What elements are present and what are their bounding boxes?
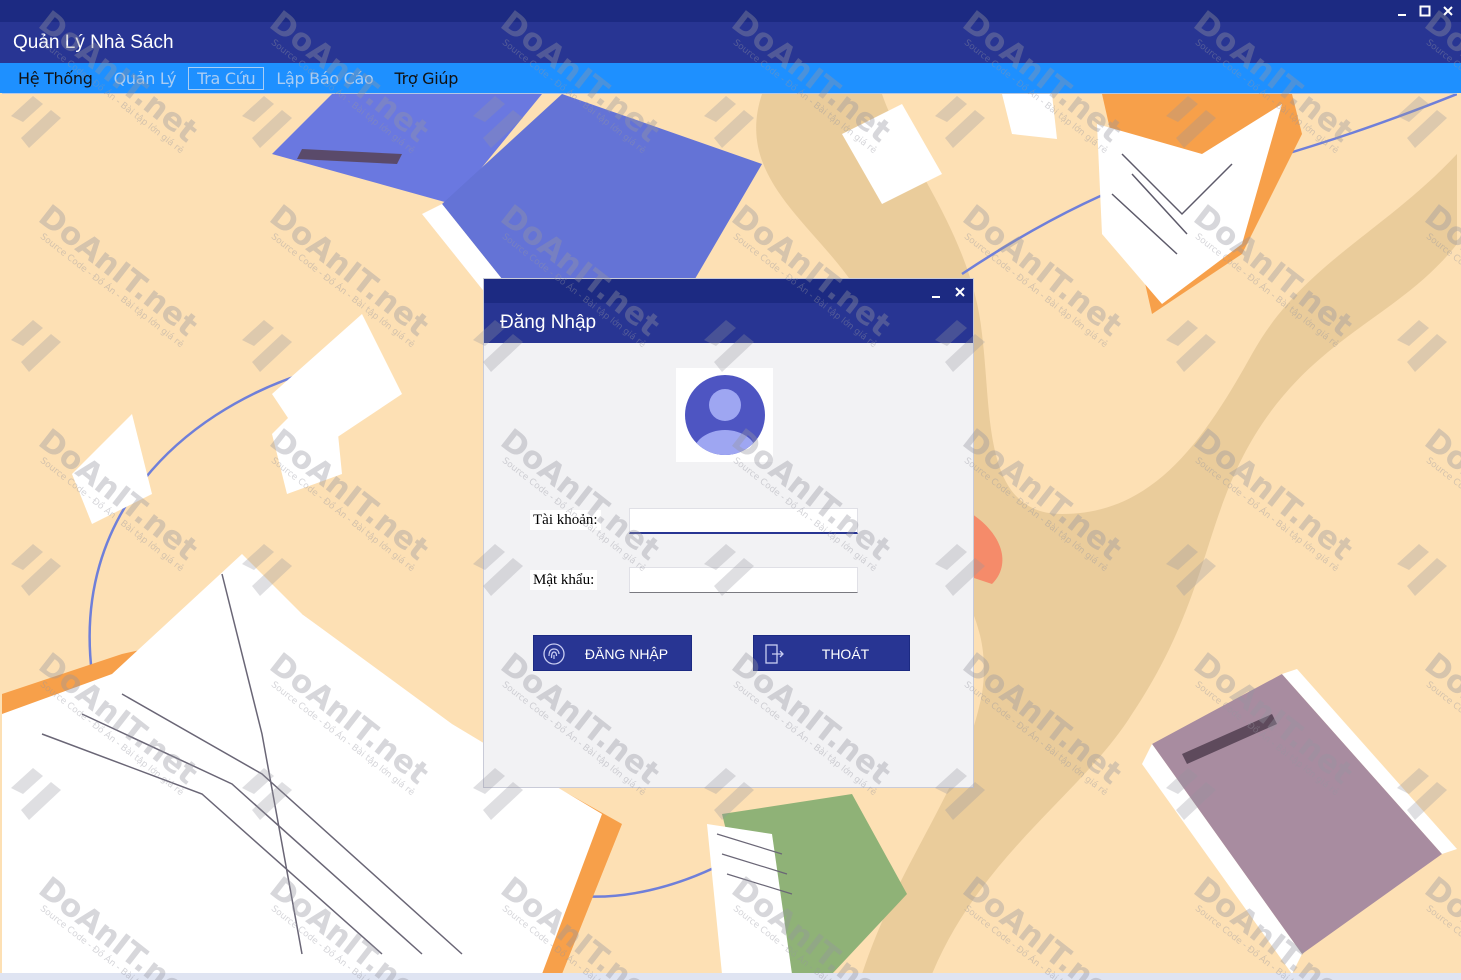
login-dialog: Đăng Nhập Tài khoản: Mật khẩu: ĐĂNG NHẬP… (483, 278, 974, 788)
window-controls (1395, 2, 1455, 18)
menu-item-tra-cuu[interactable]: Tra Cứu (188, 66, 265, 90)
menu-bar: Hệ Thống Quản Lý Tra Cứu Lập Báo Cáo Trợ… (0, 63, 1461, 93)
password-label: Mật khẩu: (530, 570, 598, 590)
minimize-icon[interactable] (929, 283, 943, 299)
dialog-titlebar[interactable] (484, 279, 973, 303)
dialog-header: Đăng Nhập (484, 303, 973, 343)
exit-button[interactable]: THOÁT (753, 635, 910, 671)
login-button[interactable]: ĐĂNG NHẬP (533, 635, 692, 671)
username-label: Tài khoản: (530, 510, 601, 530)
dialog-window-controls (929, 283, 967, 299)
user-avatar-icon (684, 375, 765, 455)
app-title: Quản Lý Nhà Sách (13, 32, 174, 53)
main-window: Quản Lý Nhà Sách Hệ Thống Quản Lý Tra Cứ… (0, 0, 1461, 980)
menu-item-quan-ly[interactable]: Quản Lý (105, 67, 186, 90)
menu-item-tro-giup[interactable]: Trợ Giúp (386, 67, 468, 90)
menu-item-lap-bao-cao[interactable]: Lập Báo Cáo (267, 67, 382, 90)
maximize-icon[interactable] (1418, 2, 1432, 18)
main-titlebar[interactable] (0, 0, 1461, 22)
password-input[interactable] (629, 567, 858, 593)
close-icon[interactable] (953, 283, 967, 299)
username-input[interactable] (629, 508, 858, 534)
status-strip (0, 973, 1461, 980)
avatar (676, 368, 773, 462)
exit-button-label: THOÁT (821, 646, 870, 662)
main-header: Quản Lý Nhà Sách (0, 22, 1461, 63)
close-icon[interactable] (1441, 2, 1455, 18)
login-button-label: ĐĂNG NHẬP (584, 646, 669, 662)
dialog-title: Đăng Nhập (500, 312, 597, 333)
minimize-icon[interactable] (1395, 2, 1409, 18)
menu-item-he-thong[interactable]: Hệ Thống (9, 67, 102, 90)
